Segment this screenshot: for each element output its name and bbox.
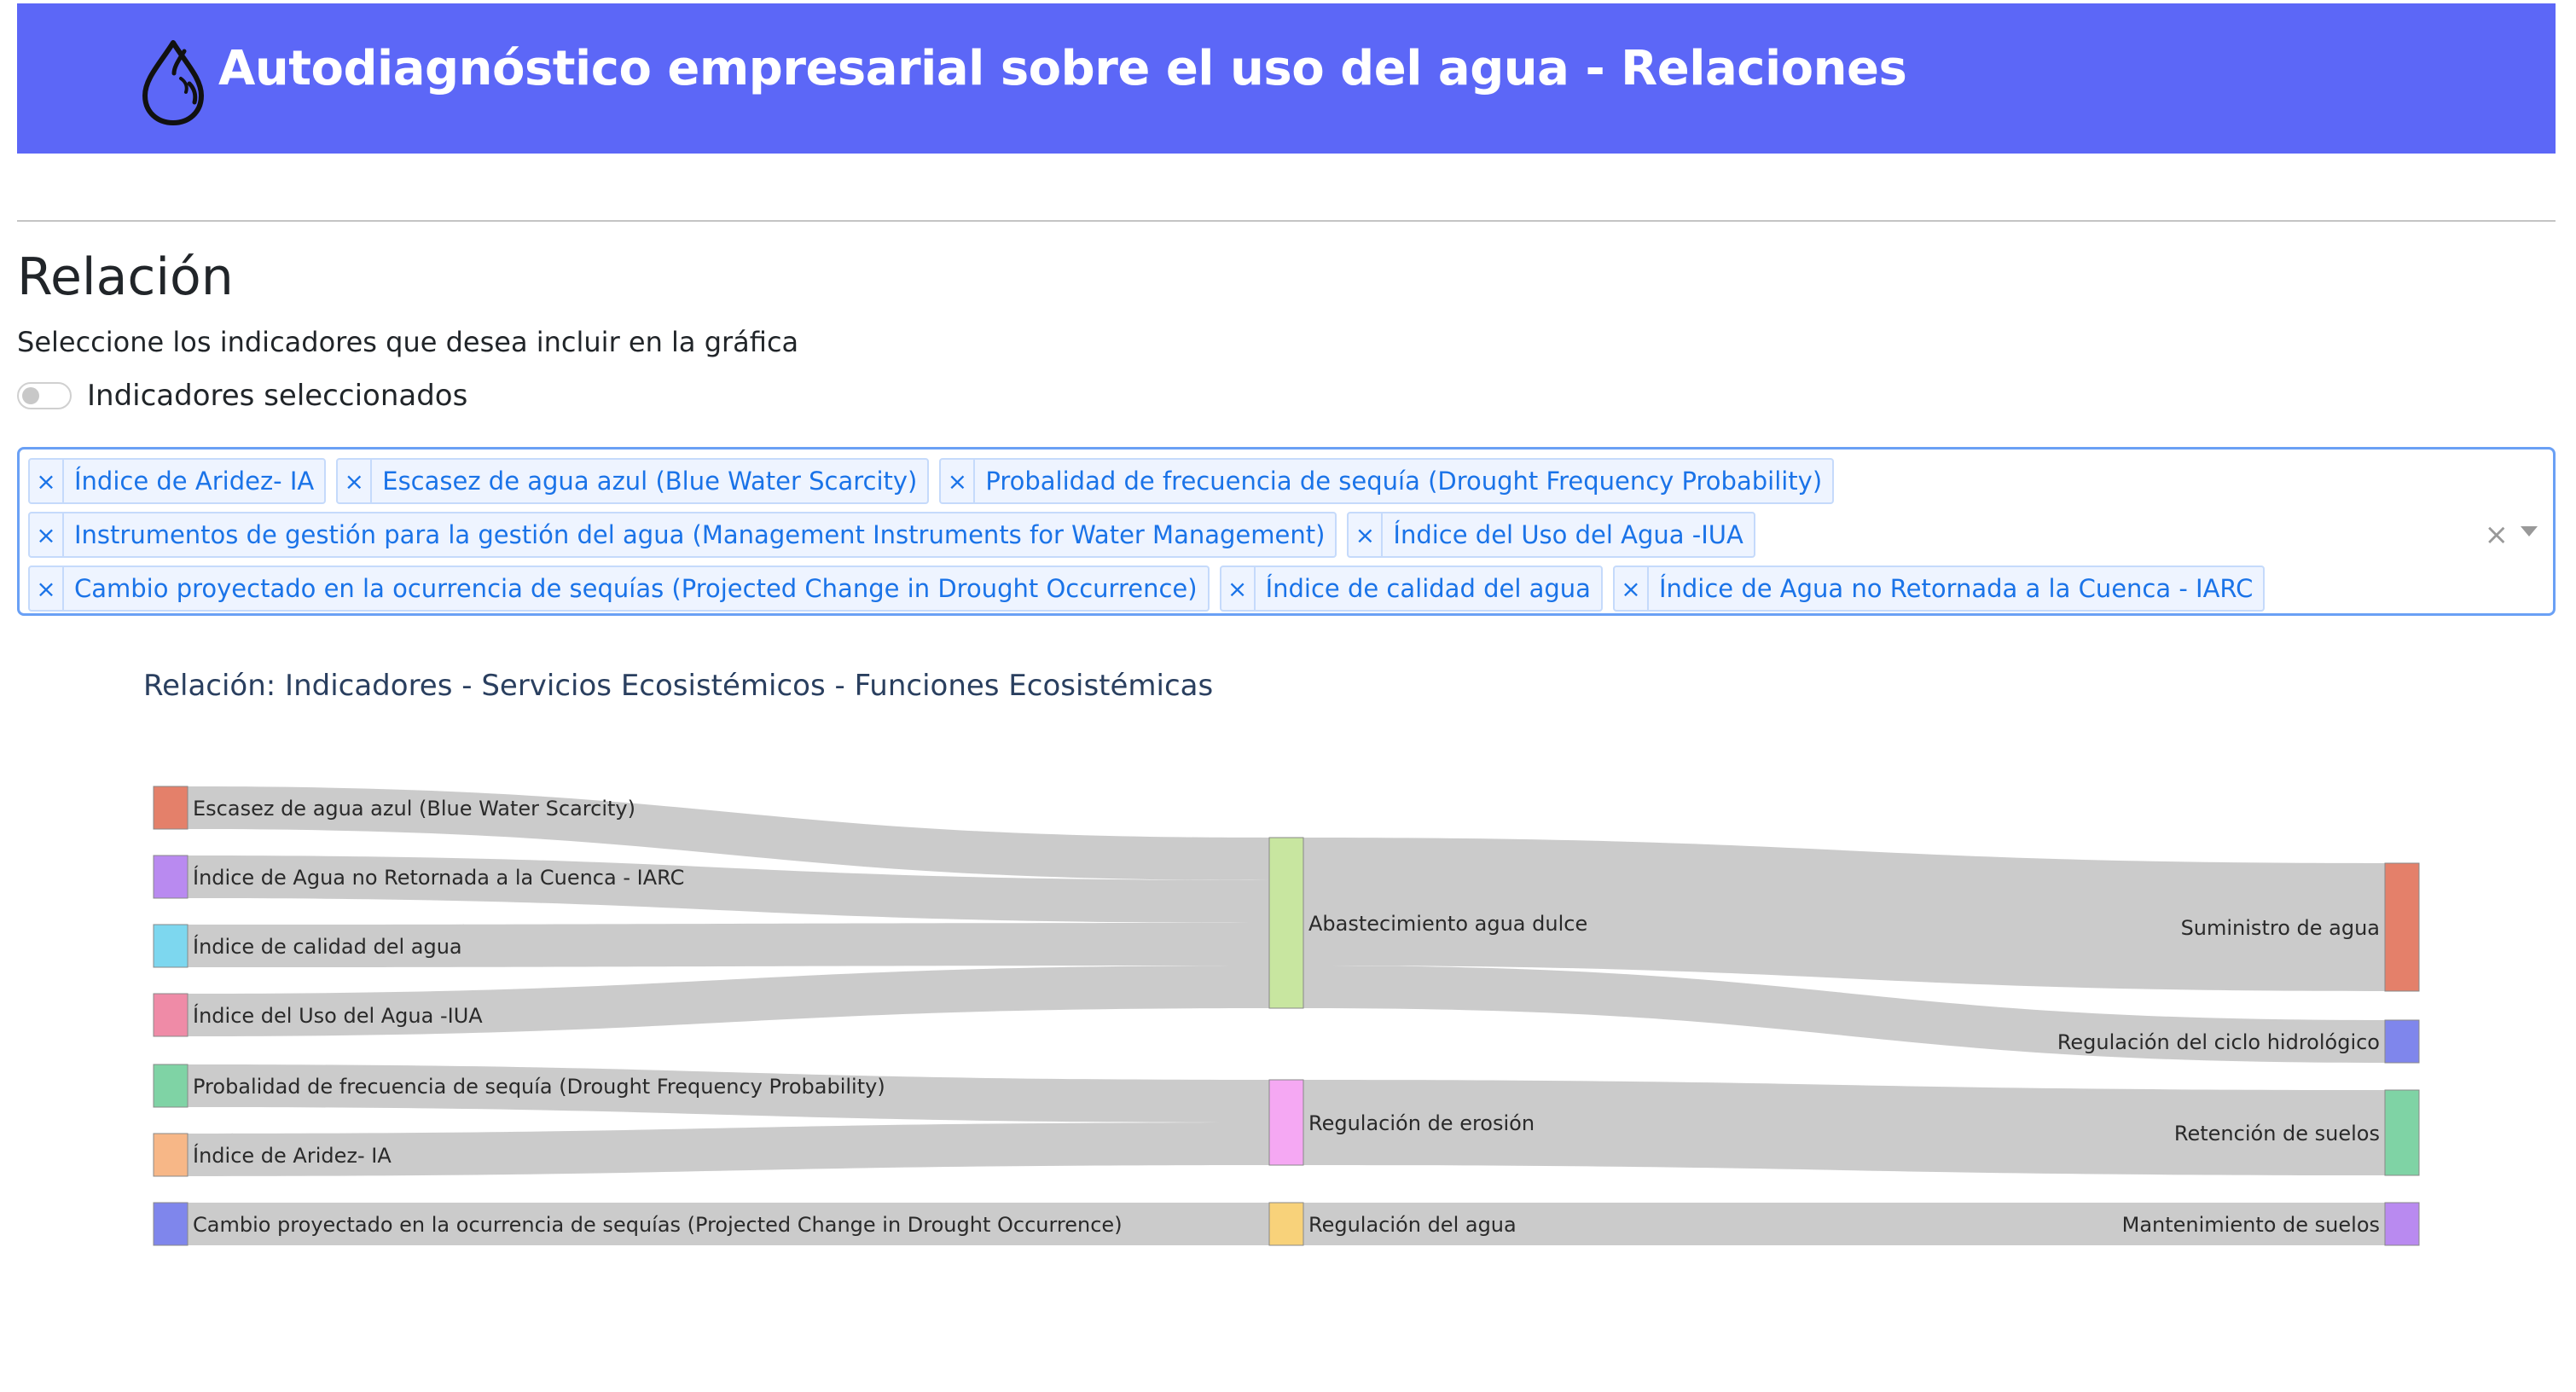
sankey-node[interactable]: [1268, 1079, 1304, 1166]
toggle-knob: [22, 387, 39, 404]
remove-tag-icon[interactable]: ×: [30, 567, 64, 610]
indicator-tag-label: Instrumentos de gestión para la gestión …: [74, 520, 1326, 549]
chevron-down-icon[interactable]: [2521, 526, 2538, 536]
indicator-tag: × Escasez de agua azul (Blue Water Scarci…: [336, 458, 930, 504]
sankey-node[interactable]: [2384, 862, 2420, 992]
remove-tag-icon[interactable]: ×: [1349, 513, 1384, 556]
sankey-node[interactable]: [153, 1064, 189, 1108]
indicator-tag: × Índice de Agua no Retornada a la Cuenca…: [1612, 566, 2266, 612]
page-title: Autodiagnóstico empresarial sobre el uso…: [218, 41, 1907, 96]
remove-tag-icon[interactable]: ×: [941, 460, 976, 502]
divider: [17, 220, 2556, 222]
indicator-tag: × Índice de calidad del agua: [1219, 566, 1603, 612]
sankey-node-label: Suministro de agua: [2181, 916, 2380, 940]
section-subtitle: Seleccione los indicadores que desea inc…: [17, 326, 799, 358]
indicator-multiselect[interactable]: × Índice de Aridez- IA × Escasez de agua az…: [17, 447, 2556, 616]
indicator-tag: × Cambio proyectado en la ocurrencia de s…: [28, 566, 1210, 612]
indicator-tag: × Instrumentos de gestión para la gestión…: [28, 512, 1337, 558]
sankey-node-label: Índice de Agua no Retornada a la Cuenca …: [193, 865, 684, 890]
sankey-node-label: Regulación del agua: [1308, 1213, 1517, 1237]
sankey-node-label: Índice de Aridez- IA: [193, 1143, 392, 1168]
tag-row: × Cambio proyectado en la ocurrencia de s…: [28, 566, 2434, 613]
sankey-node[interactable]: [153, 924, 189, 968]
indicator-tag-label: Cambio proyectado en la ocurrencia de se…: [74, 574, 1198, 603]
indicator-tag-label: Índice de Agua no Retornada a la Cuenca …: [1658, 574, 2254, 603]
selected-indicators-toggle-row: Indicadores seleccionados: [17, 379, 467, 413]
sankey-node-label: Abastecimiento agua dulce: [1308, 912, 1587, 936]
sankey-node-label: Mantenimiento de suelos: [2122, 1213, 2380, 1237]
sankey-node[interactable]: [153, 786, 189, 830]
sankey-node[interactable]: [1268, 1202, 1304, 1246]
section-title: Relación: [17, 247, 234, 307]
sankey-node[interactable]: [153, 855, 189, 899]
sankey-node-label: Regulación de erosión: [1308, 1111, 1535, 1135]
remove-tag-icon[interactable]: ×: [1221, 567, 1256, 610]
toggle-label: Indicadores seleccionados: [87, 379, 468, 413]
indicator-tag: × Índice de Aridez- IA: [28, 458, 327, 504]
indicator-tag-label: Índice de calidad del agua: [1265, 574, 1591, 603]
sankey-node[interactable]: [153, 1133, 189, 1177]
sankey-node-label: Índice de calidad del agua: [193, 934, 462, 959]
remove-tag-icon[interactable]: ×: [30, 460, 64, 502]
remove-tag-icon[interactable]: ×: [1615, 567, 1649, 610]
sankey-chart: Escasez de agua azul (Blue Water Scarcit…: [153, 786, 2420, 1246]
selected-indicators-toggle[interactable]: [17, 382, 72, 409]
remove-tag-icon[interactable]: ×: [338, 460, 373, 502]
indicator-tag-label: Escasez de agua azul (Blue Water Scarcit…: [382, 467, 918, 496]
indicator-tag: × Probalidad de frecuencia de sequía (Dro…: [939, 458, 1835, 504]
sankey-node[interactable]: [2384, 1202, 2420, 1246]
sankey-node[interactable]: [153, 1202, 189, 1246]
sankey-node-label: Índice del Uso del Agua -IUA: [193, 1003, 483, 1028]
app-header: Autodiagnóstico empresarial sobre el uso…: [17, 3, 2556, 154]
sankey-node[interactable]: [2384, 1089, 2420, 1176]
sankey-node[interactable]: [2384, 1019, 2420, 1064]
clear-all-icon[interactable]: ×: [2485, 518, 2509, 552]
sankey-node[interactable]: [153, 993, 189, 1037]
sankey-node-label: Cambio proyectado en la ocurrencia de se…: [193, 1213, 1123, 1237]
indicator-tag-label: Índice de Aridez- IA: [74, 467, 315, 496]
sankey-node-label: Probalidad de frecuencia de sequía (Drou…: [193, 1075, 885, 1099]
water-drop-icon: [142, 40, 204, 125]
tag-row: × Índice de Aridez- IA × Escasez de agua az…: [28, 458, 2434, 506]
sankey-node-label: Regulación del ciclo hidrológico: [2057, 1030, 2380, 1054]
indicator-tag-label: Índice del Uso del Agua -IUA: [1393, 520, 1743, 549]
sankey-node-label: Escasez de agua azul (Blue Water Scarcit…: [193, 797, 635, 821]
tag-row: × Instrumentos de gestión para la gestión…: [28, 512, 2434, 560]
indicator-tag: × Índice del Uso del Agua -IUA: [1347, 512, 1755, 558]
sankey-node[interactable]: [1268, 837, 1304, 1009]
selected-tags: × Índice de Aridez- IA × Escasez de agua az…: [28, 458, 2434, 619]
indicator-tag-label: Probalidad de frecuencia de sequía (Drou…: [985, 467, 1823, 496]
remove-tag-icon[interactable]: ×: [30, 513, 64, 556]
sankey-node-label: Retención de suelos: [2174, 1122, 2380, 1146]
